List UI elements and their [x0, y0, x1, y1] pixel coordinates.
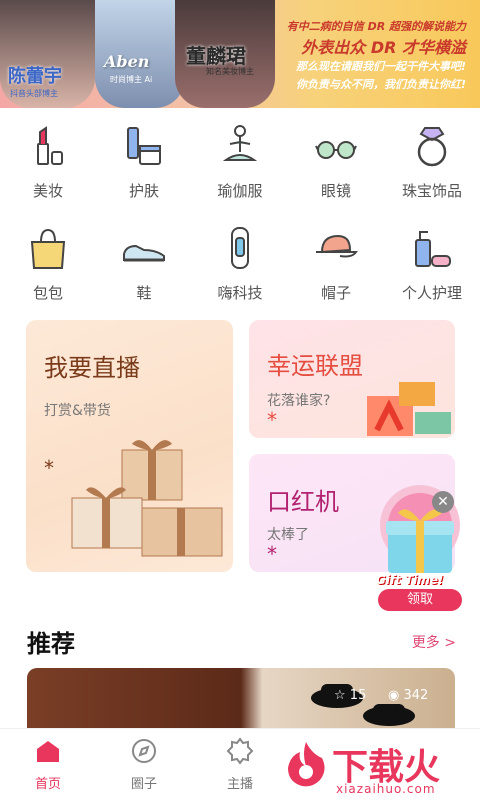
category-label: 包包 [32, 284, 63, 302]
category-shoes[interactable]: 鞋 [96, 224, 192, 303]
gift-boxes-image [71, 440, 223, 557]
tab-circle[interactable]: 圈子 [96, 737, 192, 792]
promo-luck-title: 幸运联盟 [267, 352, 363, 380]
smartband-icon [231, 227, 249, 269]
category-label: 嗨科技 [217, 284, 263, 302]
gift-box-icon [380, 485, 460, 573]
category-glasses[interactable]: 眼镜 [288, 122, 384, 201]
category-label: 帽子 [320, 284, 351, 302]
banner-name-1: 陈蕾宇 [8, 66, 62, 87]
tab-circle-label: 圈子 [130, 777, 157, 792]
category-jewelry[interactable]: 珠宝饰品 [384, 122, 480, 201]
star-icon: ☆ [334, 688, 346, 703]
home-icon [37, 741, 59, 762]
lipstick-icon [37, 126, 63, 165]
gift-time-label: Gift Time! [376, 573, 444, 587]
ring-icon [417, 127, 447, 167]
gift-popup[interactable]: ✕ Gift Time! 领取 [370, 485, 470, 611]
promo-live-star: * [44, 456, 54, 480]
eye-icon: ◉ [388, 688, 400, 703]
banner-slogan-3: 那么现在请跟我们一起干件大事吧! [295, 60, 466, 73]
tab-home[interactable]: 首页 [0, 737, 96, 792]
category-label: 鞋 [136, 284, 152, 302]
watermark-logo: 下载火 xiazaihuo.com [282, 738, 480, 800]
promo-card-luck[interactable]: 幸运联盟 花落谁家? * [249, 320, 455, 438]
shoe-icon [123, 244, 165, 262]
banner-subtitle-3: 知名美妆博主 [206, 67, 254, 76]
tab-anchor-label: 主播 [226, 777, 253, 792]
recommend-title: 推荐 [27, 630, 75, 658]
recommend-views: ◉ 342 [388, 688, 428, 703]
gift-claim-button[interactable]: 领取 [378, 589, 462, 611]
category-personal-care[interactable]: 个人护理 [384, 224, 480, 303]
flame-icon [288, 742, 325, 787]
promo-lip-star: * [267, 542, 277, 566]
category-label: 美妆 [32, 182, 63, 200]
skincare-icon [127, 127, 161, 165]
recommend-more-link[interactable]: 更多 > [412, 632, 456, 652]
category-label: 个人护理 [401, 284, 462, 302]
compass-icon [132, 739, 156, 763]
promo-live-title: 我要直播 [44, 354, 140, 382]
bag-icon [30, 228, 66, 269]
promo-lip-desc: 太棒了 [267, 527, 309, 543]
category-tech[interactable]: 嗨科技 [192, 224, 288, 303]
gift-close-button[interactable]: ✕ [432, 491, 454, 513]
hat-icon [316, 234, 358, 258]
category-makeup[interactable]: 美妆 [0, 122, 96, 201]
promo-card-live[interactable]: 我要直播 打赏&带货 * [26, 320, 233, 572]
tab-anchor[interactable]: 主播 [192, 737, 288, 792]
glasses-icon [315, 141, 357, 159]
banner-name-2: Aben [104, 52, 150, 71]
category-yoga[interactable]: 瑜伽服 [192, 122, 288, 201]
promo-lip-title: 口红机 [267, 488, 339, 516]
banner-slogan-4: 你负责与众不同，我们负责让你红! [295, 78, 466, 91]
category-bags[interactable]: 包包 [0, 224, 96, 303]
category-label: 护肤 [128, 182, 159, 200]
category-label: 眼镜 [320, 182, 351, 200]
category-skincare[interactable]: 护肤 [96, 122, 192, 201]
yoga-icon [222, 125, 258, 161]
lucky-gift-image [367, 382, 451, 436]
watermark-url: xiazaihuo.com [336, 782, 436, 796]
category-hats[interactable]: 帽子 [288, 224, 384, 303]
banner-name-3: 董麟珺 [186, 44, 246, 68]
top-banner[interactable]: 陈蕾宇 抖音头部博主 Aben 时尚博主 Ai 董麟珺 知名美妆博主 有中二病的… [0, 0, 480, 108]
promo-luck-star: * [267, 408, 277, 432]
recommend-stars-count: 15 [349, 688, 367, 703]
tab-home-label: 首页 [34, 777, 61, 792]
promo-luck-desc: 花落谁家? [267, 393, 331, 409]
anchor-badge-icon [226, 737, 254, 765]
banner-slogan-2: 外表出众 DR 才华横溢 [301, 38, 466, 57]
personal-care-icon [415, 231, 451, 267]
banner-subtitle-2: 时尚博主 Ai [110, 75, 153, 84]
promo-live-desc: 打赏&带货 [44, 403, 111, 419]
category-label: 珠宝饰品 [401, 182, 462, 200]
recommend-stars: ☆ 15 [334, 688, 366, 703]
recommend-views-count: 342 [403, 688, 429, 703]
category-label: 瑜伽服 [217, 182, 263, 200]
banner-slogan-1: 有中二病的自信 DR 超强的解说能力 [286, 20, 466, 33]
banner-subtitle-1: 抖音头部博主 [10, 89, 58, 98]
